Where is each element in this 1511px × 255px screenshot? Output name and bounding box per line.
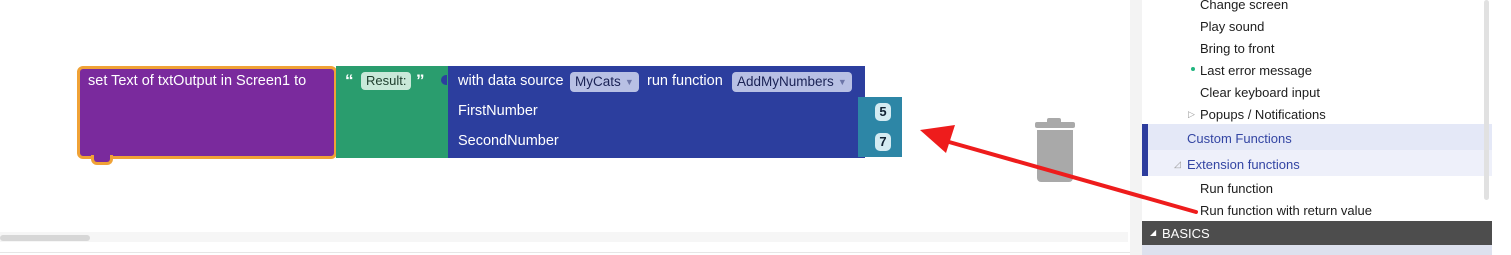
panel-next-item (1142, 245, 1492, 255)
close-quote: ” (416, 71, 425, 90)
run-function-block[interactable]: with data source MyCats ▼ run function A… (448, 66, 865, 158)
data-source-value: MyCats (575, 74, 621, 89)
data-source-dropdown[interactable]: MyCats ▼ (570, 72, 639, 92)
panel-item-run-function-with-return-value[interactable]: Run function with return value (1200, 203, 1372, 218)
section-basics-header[interactable]: ◢ BASICS (1142, 221, 1492, 245)
horizontal-scrollbar-thumb[interactable] (0, 235, 90, 241)
panel-scrollbar[interactable] (1484, 0, 1489, 200)
panel-item-bring-to-front[interactable]: Bring to front (1200, 41, 1274, 56)
set-text-block[interactable]: set Text of txtOutput in Screen1 to (77, 66, 337, 159)
panel-item-popups-notifications[interactable]: Popups / Notifications (1200, 107, 1326, 122)
second-number-label: SecondNumber (458, 133, 559, 149)
trash-bin (1037, 130, 1073, 182)
caret-down-icon: ▼ (837, 77, 847, 87)
blocks-workspace[interactable]: set Text of txtOutput in Screen1 to “ Re… (0, 0, 1130, 255)
function-name-value: AddMyNumbers (737, 74, 834, 89)
panel-item-clear-keyboard-input[interactable]: Clear keyboard input (1200, 85, 1320, 100)
horizontal-scrollbar-track[interactable] (0, 232, 1128, 242)
open-quote: “ (345, 71, 354, 90)
run-function-label: run function (647, 73, 723, 89)
input-connector (441, 75, 447, 85)
first-number-label: FirstNumber (458, 103, 538, 119)
caret-down-icon: ▼ (624, 77, 634, 87)
number-value-field[interactable]: 7 (875, 133, 891, 151)
new-indicator-dot (1191, 67, 1195, 71)
panel-edge (1130, 0, 1142, 255)
panel-item-change-screen[interactable]: Change screen (1200, 0, 1288, 12)
panel-item-play-sound[interactable]: Play sound (1200, 19, 1264, 34)
number-block-second[interactable]: 7 (858, 127, 902, 157)
with-data-source-label: with data source (458, 73, 564, 89)
triangle-down-icon: ◢ (1150, 228, 1157, 237)
panel-item-run-function[interactable]: Run function (1200, 181, 1273, 196)
category-selection-bar (1142, 124, 1148, 176)
triangle-right-icon[interactable]: ▷ (1188, 109, 1195, 120)
trash-can-icon[interactable] (1031, 118, 1077, 184)
text-value-field[interactable]: Result: (361, 72, 412, 90)
function-name-dropdown[interactable]: AddMyNumbers ▼ (732, 72, 852, 92)
set-block-notch (91, 155, 113, 165)
section-basics-label: BASICS (1162, 226, 1210, 241)
number-block-first[interactable]: 5 (858, 97, 902, 127)
text-string-block[interactable]: “ Result: ” (336, 66, 450, 158)
panel-item-last-error-message[interactable]: Last error message (1200, 63, 1312, 78)
triangle-down-icon[interactable]: ◿ (1174, 159, 1181, 170)
workspace-divider (0, 252, 1130, 253)
set-text-block-label: set Text of txtOutput in Screen1 to (88, 73, 307, 89)
category-extension-functions[interactable]: Extension functions (1187, 157, 1300, 172)
category-custom-functions[interactable]: Custom Functions (1187, 131, 1292, 146)
number-value-field[interactable]: 5 (875, 103, 891, 121)
trash-lid (1035, 122, 1075, 128)
